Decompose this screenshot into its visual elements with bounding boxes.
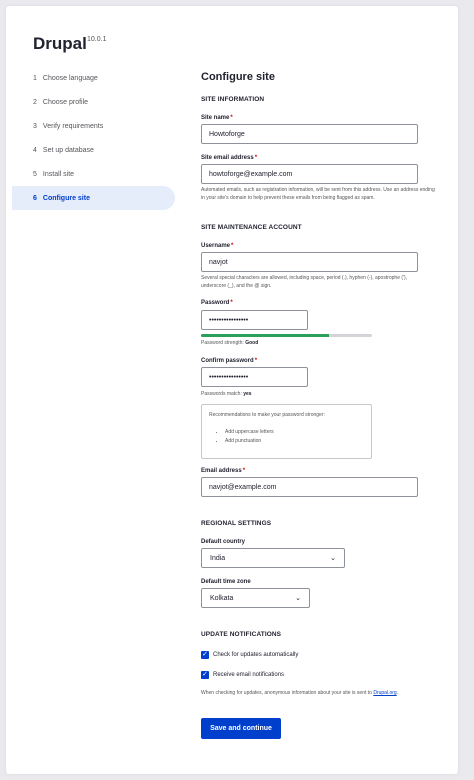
- password-strength-fill: [201, 334, 330, 337]
- password-input[interactable]: ••••••••••••••••: [201, 310, 308, 330]
- step-set-up-database: 4 Set up database: [33, 146, 94, 154]
- recommendation-item: Add punctuation: [225, 437, 364, 446]
- password-strength-bar: [201, 334, 372, 337]
- recommendations-title: Recommendations to make your password st…: [209, 412, 325, 418]
- site-name-label: Site name*: [201, 115, 233, 121]
- username-label: Username*: [201, 243, 234, 249]
- default-country-value: India: [210, 554, 226, 562]
- site-email-description: Automated emails, such as registration i…: [201, 187, 435, 201]
- receive-email-checkbox[interactable]: ✓: [201, 671, 209, 679]
- page-title: Configure site: [201, 71, 275, 83]
- password-recommendations: Recommendations to make your password st…: [201, 404, 372, 459]
- username-input[interactable]: navjot: [201, 252, 418, 272]
- step-verify-requirements: 3 Verify requirements: [33, 122, 104, 130]
- default-country-select[interactable]: India ⌄: [201, 548, 345, 568]
- step-choose-profile: 2 Choose profile: [33, 98, 89, 106]
- password-strength-text: Password strength: Good: [201, 340, 259, 346]
- password-label: Password*: [201, 300, 233, 306]
- default-timezone-label: Default time zone: [201, 579, 251, 585]
- check-updates-label: Check for updates automatically: [213, 652, 299, 658]
- check-updates-option[interactable]: ✓ Check for updates automatically: [201, 651, 298, 659]
- check-updates-checkbox[interactable]: ✓: [201, 651, 209, 659]
- chevron-down-icon: ⌄: [295, 595, 301, 602]
- regional-heading: REGIONAL SETTINGS: [201, 520, 272, 527]
- install-steps: 1 Choose language 2 Choose profile 3 Verify…: [12, 66, 175, 210]
- receive-email-option[interactable]: ✓ Receive email notifications: [201, 671, 284, 679]
- confirm-password-input[interactable]: ••••••••••••••••: [201, 367, 308, 387]
- site-email-input[interactable]: howtoforge@example.com: [201, 164, 418, 184]
- step-choose-language: 1 Choose language: [33, 74, 98, 82]
- save-and-continue-button[interactable]: Save and continue: [201, 718, 281, 739]
- drupal-org-link[interactable]: Drupal.org: [373, 690, 396, 696]
- password-match-text: Passwords match: yes: [201, 391, 252, 397]
- updates-description: When checking for updates, anonymous inf…: [201, 690, 399, 696]
- site-name-input[interactable]: Howtoforge: [201, 124, 418, 144]
- site-email-label: Site email address*: [201, 155, 258, 161]
- confirm-password-label: Confirm password*: [201, 358, 258, 364]
- maintenance-heading: SITE MAINTENANCE ACCOUNT: [201, 224, 302, 231]
- step-configure-site: 6 Configure site: [12, 186, 175, 210]
- updates-heading: UPDATE NOTIFICATIONS: [201, 631, 282, 638]
- step-install-site: 5 Install site: [33, 170, 75, 178]
- chevron-down-icon: ⌄: [330, 555, 336, 562]
- site-info-heading: SITE INFORMATION: [201, 96, 265, 103]
- username-description: Several special characters are allowed, …: [201, 275, 408, 289]
- receive-email-label: Receive email notifications: [213, 672, 285, 678]
- recommendation-item: Add uppercase letters: [225, 428, 364, 437]
- email-address-label: Email address*: [201, 468, 246, 474]
- email-address-input[interactable]: navjot@example.com: [201, 477, 418, 497]
- default-country-label: Default country: [201, 539, 246, 545]
- default-timezone-value: Kolkata: [210, 594, 234, 602]
- default-timezone-select[interactable]: Kolkata ⌄: [201, 588, 310, 608]
- app-version: 10.0.1: [87, 36, 107, 43]
- app-title: Drupal: [33, 34, 87, 53]
